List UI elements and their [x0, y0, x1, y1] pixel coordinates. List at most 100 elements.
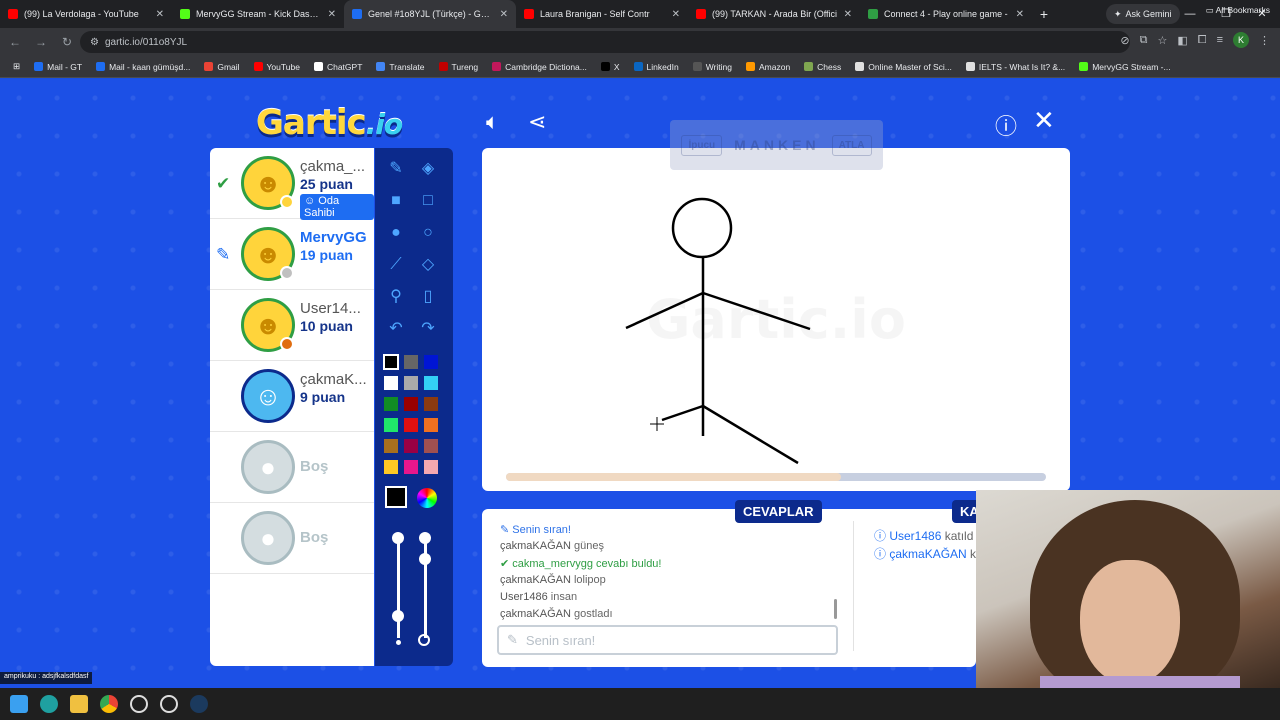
exit-icon[interactable]: ✕	[1033, 105, 1055, 136]
ask-gemini-button[interactable]: ✦ Ask Gemini	[1106, 4, 1180, 24]
bookmark-item[interactable]: LinkedIn	[629, 62, 684, 72]
player-row[interactable]: ✔ ☻ çakma_... 25 puan ☺ Oda Sahibi	[210, 148, 374, 220]
close-tab-icon[interactable]: ✕	[156, 9, 164, 20]
hint-button[interactable]: İpucu	[681, 134, 723, 156]
new-tab-icon[interactable]: +	[1032, 6, 1056, 22]
eyedropper-icon[interactable]: ⚲	[385, 286, 407, 308]
color-swatch[interactable]	[423, 417, 439, 433]
extensions-puzzle-icon[interactable]: ⧠	[1198, 34, 1207, 47]
color-swatch[interactable]	[423, 375, 439, 391]
bookmark-item[interactable]: Mail - GT	[29, 62, 87, 72]
bookmark-item[interactable]: Gmail	[199, 62, 244, 72]
chrome-icon[interactable]	[100, 695, 118, 713]
site-info-icon[interactable]: ⚙	[90, 37, 99, 48]
color-swatch[interactable]	[383, 459, 399, 475]
color-swatch[interactable]	[423, 459, 439, 475]
color-swatch[interactable]	[403, 417, 419, 433]
color-swatch[interactable]	[383, 438, 399, 454]
redo-icon[interactable]: ↷	[417, 318, 439, 340]
undo-icon[interactable]: ↶	[385, 318, 407, 340]
rectangle-icon[interactable]: □	[417, 190, 439, 212]
bookmark-item[interactable]: Amazon	[741, 62, 795, 72]
minimize-icon[interactable]: —	[1172, 0, 1208, 28]
color-swatch[interactable]	[403, 354, 419, 370]
color-swatch[interactable]	[423, 438, 439, 454]
bookmark-item[interactable]: YouTube	[249, 62, 305, 72]
file-explorer-icon[interactable]	[70, 695, 88, 713]
brush-size-handle[interactable]	[392, 610, 404, 622]
close-tab-icon[interactable]: ✕	[328, 9, 336, 20]
clear-page-icon[interactable]: ▯	[417, 286, 439, 308]
gartic-logo[interactable]: Gartic.io	[256, 103, 403, 143]
answer-input[interactable]: ✎ Senin sıran!	[497, 625, 838, 655]
info-icon[interactable]: ⓘ	[995, 109, 1017, 141]
bookmark-item[interactable]: Mail - kaan gümüşd...	[91, 62, 195, 72]
drawing-canvas[interactable]: Gartic.io	[482, 148, 1070, 491]
close-tab-icon[interactable]: ✕	[844, 9, 852, 20]
bookmark-item[interactable]: Online Master of Sci...	[850, 62, 957, 72]
bookmark-item[interactable]: MervyGG Stream -...	[1074, 62, 1175, 72]
bookmark-item[interactable]: Tureng	[434, 62, 484, 72]
browser-tab[interactable]: MervyGG Stream - Kick Dashbo ✕	[172, 0, 344, 28]
windows-start-icon[interactable]	[10, 695, 28, 713]
pencil-icon[interactable]: ✎	[385, 158, 407, 180]
player-row[interactable]: ☺ çakmaK... 9 puan	[210, 361, 374, 432]
color-swatch[interactable]	[383, 375, 399, 391]
install-icon[interactable]: ⧉	[1140, 34, 1148, 47]
circle-icon[interactable]: ○	[417, 222, 439, 244]
skip-button[interactable]: ATLA	[831, 134, 872, 156]
color-swatch[interactable]	[403, 396, 419, 412]
bookmark-star-icon[interactable]: ☆	[1157, 34, 1167, 47]
brush-size-slider[interactable]	[397, 540, 400, 638]
chat-scrollbar[interactable]	[834, 599, 837, 619]
eraser-icon[interactable]: ◈	[417, 158, 439, 180]
steam-icon[interactable]	[190, 695, 208, 713]
bookmark-item[interactable]: IELTS - What Is It? &...	[961, 62, 1070, 72]
extension-icon[interactable]: ◧	[1177, 34, 1187, 47]
browser-tab[interactable]: (99) TARKAN - Arada Bir (Offici ✕	[688, 0, 860, 28]
back-icon[interactable]: ←	[4, 35, 26, 49]
player-row[interactable]: ✎ ☻ MervyGG 19 puan	[210, 219, 374, 290]
camera-blocked-icon[interactable]: ⊘	[1120, 34, 1129, 47]
sound-icon[interactable]: 🔈︎	[486, 109, 499, 135]
bookmark-item[interactable]: X	[596, 62, 625, 72]
tab-answers[interactable]: CEVAPLAR	[735, 500, 822, 523]
edge-icon[interactable]	[40, 695, 58, 713]
apps-grid-icon[interactable]: ⊞	[8, 61, 25, 72]
forward-icon[interactable]: →	[30, 35, 52, 49]
bookmark-item[interactable]: Writing	[688, 62, 737, 72]
profile-avatar[interactable]: K	[1233, 32, 1249, 48]
color-swatch[interactable]	[403, 438, 419, 454]
color-swatch[interactable]	[423, 396, 439, 412]
chatgpt-icon[interactable]	[130, 695, 148, 713]
close-tab-icon[interactable]: ✕	[1016, 9, 1024, 20]
bookmark-item[interactable]: Translate	[371, 62, 429, 72]
bookmark-item[interactable]: Chess	[799, 62, 846, 72]
line-icon[interactable]: ⟋	[385, 254, 407, 276]
obs-icon[interactable]	[160, 695, 178, 713]
opacity-handle[interactable]	[419, 553, 431, 565]
player-row[interactable]: ☻ User14... 10 puan	[210, 290, 374, 361]
share-icon[interactable]: ⋖	[528, 109, 546, 135]
color-swatch[interactable]	[383, 354, 399, 370]
color-wheel-icon[interactable]	[417, 488, 437, 508]
close-tab-icon[interactable]: ✕	[500, 9, 508, 20]
color-swatch[interactable]	[383, 396, 399, 412]
color-swatch[interactable]	[403, 459, 419, 475]
filled-rectangle-icon[interactable]: ■	[385, 190, 407, 212]
bookmark-item[interactable]: ChatGPT	[309, 62, 367, 72]
close-tab-icon[interactable]: ✕	[672, 9, 680, 20]
browser-tab[interactable]: Connect 4 - Play online game - ✕	[860, 0, 1032, 28]
filled-circle-icon[interactable]: ●	[385, 222, 407, 244]
color-swatch[interactable]	[423, 354, 439, 370]
browser-tab[interactable]: Laura Branigan - Self Contr ✕	[516, 0, 688, 28]
color-swatch[interactable]	[383, 417, 399, 433]
media-icon[interactable]: ≡	[1217, 34, 1223, 46]
fill-bucket-icon[interactable]: ◇	[417, 254, 439, 276]
all-bookmarks-link[interactable]: ▭ All Bookmarks	[1206, 5, 1270, 16]
color-swatch[interactable]	[403, 375, 419, 391]
bookmark-item[interactable]: Cambridge Dictiona...	[487, 62, 592, 72]
menu-icon[interactable]: ⋮	[1259, 34, 1270, 47]
address-bar[interactable]: ⚙ gartic.io/011o8YJL	[80, 31, 1130, 53]
reload-icon[interactable]: ↻	[56, 35, 78, 49]
